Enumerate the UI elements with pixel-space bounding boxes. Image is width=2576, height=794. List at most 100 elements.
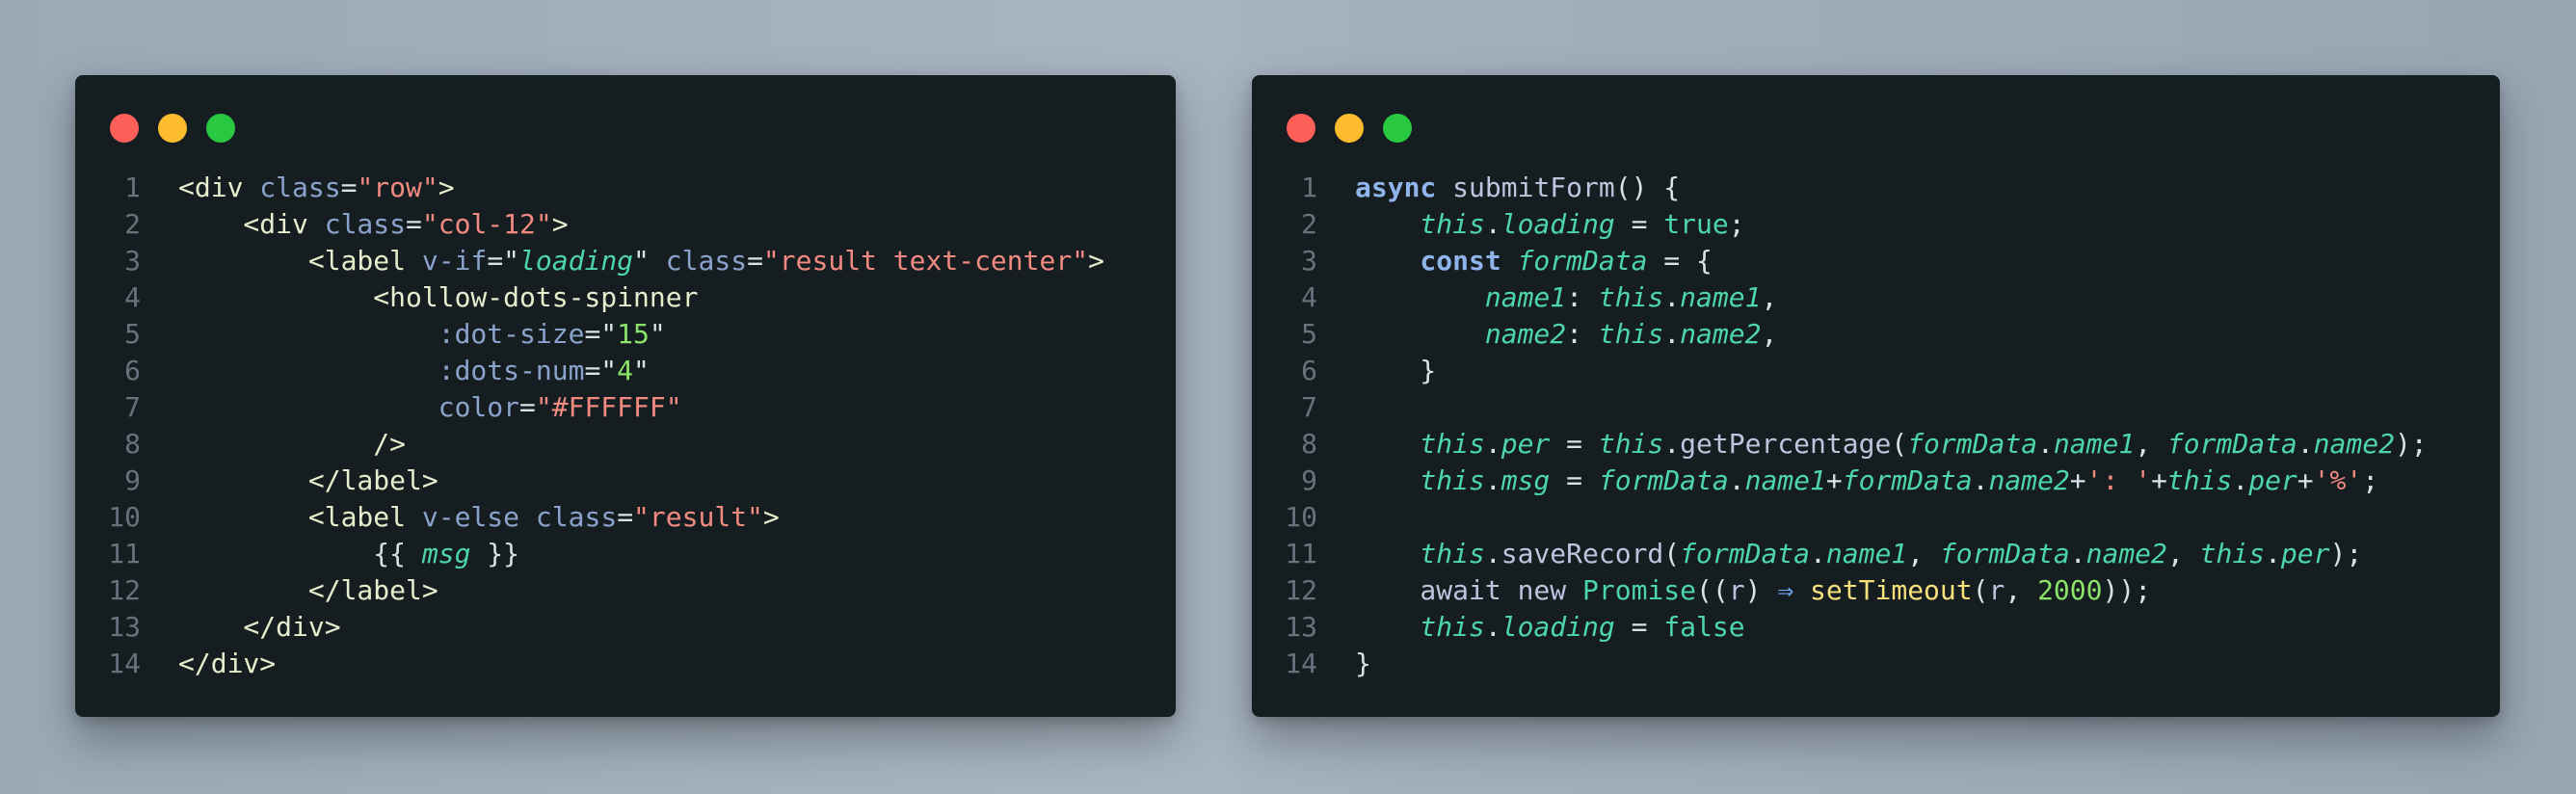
code-text: }	[1355, 353, 1436, 389]
code-token: 2000	[2037, 574, 2103, 606]
code-token: () {	[1614, 172, 1681, 203]
code-token: .	[1484, 428, 1501, 460]
code-token: this	[1355, 611, 1485, 643]
code-token: ="	[584, 355, 618, 386]
code-token: name1	[1744, 464, 1826, 496]
line-number: 12	[1285, 574, 1317, 606]
code-token: true	[1663, 208, 1729, 240]
code-line: 11 this.saveRecord(formData.name1, formD…	[1252, 536, 2500, 572]
code-line: 9 </label>	[75, 463, 1176, 499]
line-number: 3	[1301, 245, 1317, 277]
code-token: await	[1355, 574, 1518, 606]
minimize-window-button[interactable]	[1335, 114, 1364, 143]
code-token: "	[633, 355, 650, 386]
code-token: (	[1891, 428, 1908, 460]
close-window-button[interactable]	[110, 114, 139, 143]
maximize-window-button[interactable]	[1383, 114, 1412, 143]
code-token: )	[1744, 574, 1778, 606]
code-token: ,	[1761, 281, 1778, 313]
line-number: 13	[108, 611, 141, 643]
close-window-button[interactable]	[1287, 114, 1315, 143]
code-text: name1: this.name1,	[1355, 279, 1777, 316]
minimize-window-button[interactable]	[158, 114, 187, 143]
code-text: </label>	[178, 463, 438, 499]
code-token: class	[259, 172, 341, 203]
code-token: }	[1355, 355, 1437, 386]
code-token: .	[1484, 611, 1501, 643]
code-token: =	[406, 208, 422, 240]
code-text: await new Promise((r) ⇒ setTimeout(r, 20…	[1355, 572, 2151, 609]
line-number: 1	[1301, 172, 1317, 203]
code-token: {{	[178, 538, 422, 569]
code-line: 2 this.loading = true;	[1252, 206, 2500, 243]
code-token: <div	[178, 208, 325, 240]
code-token: =	[747, 245, 763, 277]
line-number: 9	[124, 464, 141, 496]
code-line: 10 <label v-else class="result">	[75, 499, 1176, 536]
code-token: formData	[1517, 245, 1648, 277]
code-token: "result text-center"	[762, 245, 1089, 277]
code-token: submitForm	[1452, 172, 1615, 203]
code-token: ((	[1696, 574, 1729, 606]
code-token: }	[1355, 648, 1371, 679]
code-token: saveRecord	[1500, 538, 1664, 569]
code-line: 5 name2: this.name2,	[1252, 316, 2500, 353]
code-token: name2	[2085, 538, 2167, 569]
code-token: this	[2199, 538, 2266, 569]
code-token: (	[1663, 538, 1681, 569]
code-token: "	[649, 318, 666, 350]
code-token: =	[617, 501, 634, 533]
code-token: </div>	[178, 611, 341, 643]
code-token: msg	[1500, 464, 1551, 496]
code-text: />	[178, 426, 406, 463]
code-line: 5 :dot-size="15"	[75, 316, 1176, 353]
code-token: loading	[1500, 208, 1615, 240]
maximize-window-button[interactable]	[206, 114, 235, 143]
code-token: ="	[584, 318, 618, 350]
code-token: =	[1614, 208, 1664, 240]
code-line: 6 }	[1252, 353, 2500, 389]
code-text: this.loading = false	[1355, 609, 1744, 646]
code-token: const	[1355, 245, 1518, 277]
code-line: 13 this.loading = false	[1252, 609, 2500, 646]
code-token: name2	[1355, 318, 1567, 350]
code-line: 4 <hollow-dots-spinner	[75, 279, 1176, 316]
line-number: 3	[124, 245, 141, 277]
code-token: formData	[1939, 538, 2070, 569]
code-token: color	[178, 391, 520, 423]
code-token: .	[1972, 464, 1989, 496]
code-token: '%'	[2313, 464, 2363, 496]
code-token: v-else	[421, 501, 536, 533]
line-number: 14	[108, 648, 141, 679]
code-token: <div	[178, 172, 260, 203]
code-token: .	[2265, 538, 2281, 569]
code-token: = {	[1647, 245, 1713, 277]
code-token: =	[1614, 611, 1664, 643]
code-token: this	[1355, 208, 1485, 240]
code-token: </label>	[178, 464, 438, 496]
code-line: 8 />	[75, 426, 1176, 463]
code-token: .	[1484, 208, 1501, 240]
code-text: this.saveRecord(formData.name1, formData…	[1355, 536, 2362, 572]
code-token: 4	[617, 355, 634, 386]
code-token: >	[762, 501, 780, 533]
code-token: async	[1355, 172, 1453, 203]
code-text: this.msg = formData.name1+formData.name2…	[1355, 463, 2378, 499]
code-token: "row"	[357, 172, 438, 203]
line-number: 10	[108, 501, 141, 533]
code-token: :	[1566, 318, 1599, 350]
code-text: :dot-size="15"	[178, 316, 666, 353]
code-token: formData	[1842, 464, 1973, 496]
code-line: 1 <div class="row">	[75, 170, 1176, 206]
code-token: =	[340, 172, 358, 203]
code-token: .	[2037, 428, 2054, 460]
line-number: 13	[1285, 611, 1317, 643]
code-token: ;	[1728, 208, 1745, 240]
code-text: </div>	[178, 646, 276, 682]
code-token: >	[438, 172, 455, 203]
code-line: 3 <label v-if="loading" class="result te…	[75, 243, 1176, 279]
code-token: +	[1825, 464, 1843, 496]
code-token: ,	[1761, 318, 1778, 350]
line-number: 12	[108, 574, 141, 606]
code-token: +	[2069, 464, 2086, 496]
